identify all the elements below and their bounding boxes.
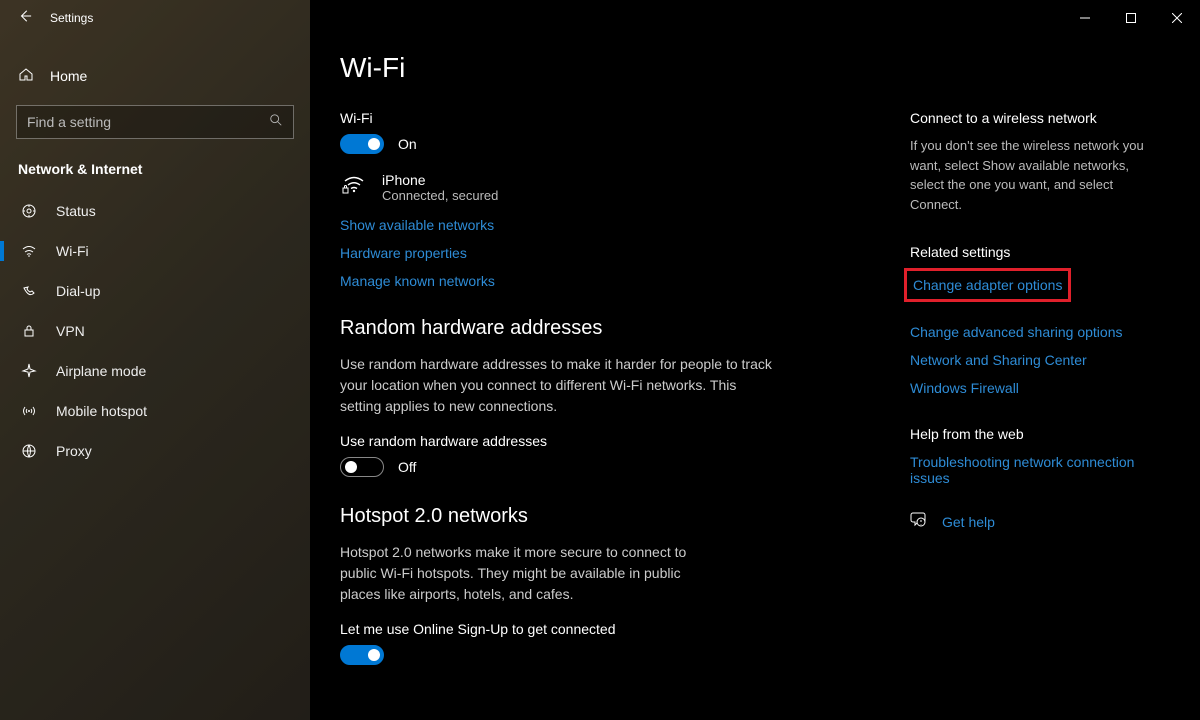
sidebar-item-label: VPN bbox=[56, 323, 85, 339]
hardware-properties-link[interactable]: Hardware properties bbox=[340, 245, 910, 261]
get-help-link[interactable]: Get help bbox=[942, 514, 995, 530]
network-status: Connected, secured bbox=[382, 188, 498, 203]
sidebar-item-proxy[interactable]: Proxy bbox=[0, 431, 310, 471]
titlebar: Settings bbox=[0, 0, 1200, 36]
page-title: Wi-Fi bbox=[340, 52, 910, 84]
sidebar-item-label: Status bbox=[56, 203, 96, 219]
sidebar-item-label: Mobile hotspot bbox=[56, 403, 147, 419]
airplane-icon bbox=[20, 363, 38, 379]
sidebar-item-status[interactable]: Status bbox=[0, 191, 310, 231]
random-addresses-heading: Random hardware addresses bbox=[340, 317, 910, 340]
hotspot-icon bbox=[20, 403, 38, 419]
hotspot-heading: Hotspot 2.0 networks bbox=[340, 505, 910, 528]
show-available-networks-link[interactable]: Show available networks bbox=[340, 217, 910, 233]
proxy-icon bbox=[20, 443, 38, 459]
search-input[interactable] bbox=[27, 114, 269, 130]
search-icon bbox=[269, 113, 283, 132]
minimize-button[interactable] bbox=[1062, 2, 1108, 34]
random-addresses-toggle[interactable] bbox=[340, 457, 384, 477]
window-title: Settings bbox=[50, 11, 93, 25]
network-name: iPhone bbox=[382, 172, 498, 188]
random-toggle-state: Off bbox=[398, 459, 416, 475]
sidebar-item-label: Airplane mode bbox=[56, 363, 146, 379]
main-content: Wi-Fi Wi-Fi On iPhone Connected, secured… bbox=[310, 0, 1200, 720]
dialup-icon bbox=[20, 283, 38, 299]
home-button[interactable]: Home bbox=[0, 56, 310, 95]
vpn-icon bbox=[20, 323, 38, 339]
sidebar-item-wifi[interactable]: Wi-Fi bbox=[0, 231, 310, 271]
home-icon bbox=[18, 66, 34, 85]
close-button[interactable] bbox=[1154, 2, 1200, 34]
connect-text: If you don't see the wireless network yo… bbox=[910, 136, 1160, 214]
right-panel: Connect to a wireless network If you don… bbox=[910, 52, 1170, 720]
connect-heading: Connect to a wireless network bbox=[910, 110, 1160, 126]
category-label: Network & Internet bbox=[0, 153, 310, 191]
maximize-button[interactable] bbox=[1108, 2, 1154, 34]
sidebar-item-hotspot[interactable]: Mobile hotspot bbox=[0, 391, 310, 431]
change-advanced-sharing-link[interactable]: Change advanced sharing options bbox=[910, 324, 1160, 340]
hotspot-signup-toggle[interactable] bbox=[340, 645, 384, 665]
random-addresses-desc: Use random hardware addresses to make it… bbox=[340, 354, 780, 417]
hotspot-toggle-label: Let me use Online Sign-Up to get connect… bbox=[340, 621, 910, 637]
network-sharing-center-link[interactable]: Network and Sharing Center bbox=[910, 352, 1160, 368]
help-heading: Help from the web bbox=[910, 426, 1160, 442]
sidebar-item-label: Wi-Fi bbox=[56, 243, 89, 259]
wifi-secure-icon bbox=[340, 172, 368, 196]
change-adapter-options-link[interactable]: Change adapter options bbox=[913, 277, 1062, 293]
sidebar-item-label: Dial-up bbox=[56, 283, 100, 299]
random-toggle-label: Use random hardware addresses bbox=[340, 433, 910, 449]
manage-known-networks-link[interactable]: Manage known networks bbox=[340, 273, 910, 289]
wifi-toggle-state: On bbox=[398, 136, 417, 152]
back-icon[interactable] bbox=[18, 9, 32, 28]
connected-network[interactable]: iPhone Connected, secured bbox=[340, 172, 910, 203]
sidebar-nav: Status Wi-Fi Dial-up VPN Airplane mode M… bbox=[0, 191, 310, 471]
wifi-toggle[interactable] bbox=[340, 134, 384, 154]
highlight-annotation: Change adapter options bbox=[904, 268, 1071, 302]
settings-window: Settings Home Network & Internet Status … bbox=[0, 0, 1200, 720]
sidebar-item-airplane[interactable]: Airplane mode bbox=[0, 351, 310, 391]
hotspot-desc: Hotspot 2.0 networks make it more secure… bbox=[340, 542, 700, 605]
sidebar-item-dialup[interactable]: Dial-up bbox=[0, 271, 310, 311]
troubleshooting-link[interactable]: Troubleshooting network connection issue… bbox=[910, 454, 1160, 486]
get-help-icon bbox=[910, 510, 928, 533]
sidebar-item-label: Proxy bbox=[56, 443, 92, 459]
search-box[interactable] bbox=[16, 105, 294, 139]
sidebar-item-vpn[interactable]: VPN bbox=[0, 311, 310, 351]
related-settings-heading: Related settings bbox=[910, 244, 1160, 260]
home-label: Home bbox=[50, 68, 87, 84]
wifi-section-label: Wi-Fi bbox=[340, 110, 910, 126]
wifi-icon bbox=[20, 243, 38, 259]
windows-firewall-link[interactable]: Windows Firewall bbox=[910, 380, 1160, 396]
sidebar: Home Network & Internet Status Wi-Fi Dia… bbox=[0, 0, 310, 720]
status-icon bbox=[20, 203, 38, 219]
